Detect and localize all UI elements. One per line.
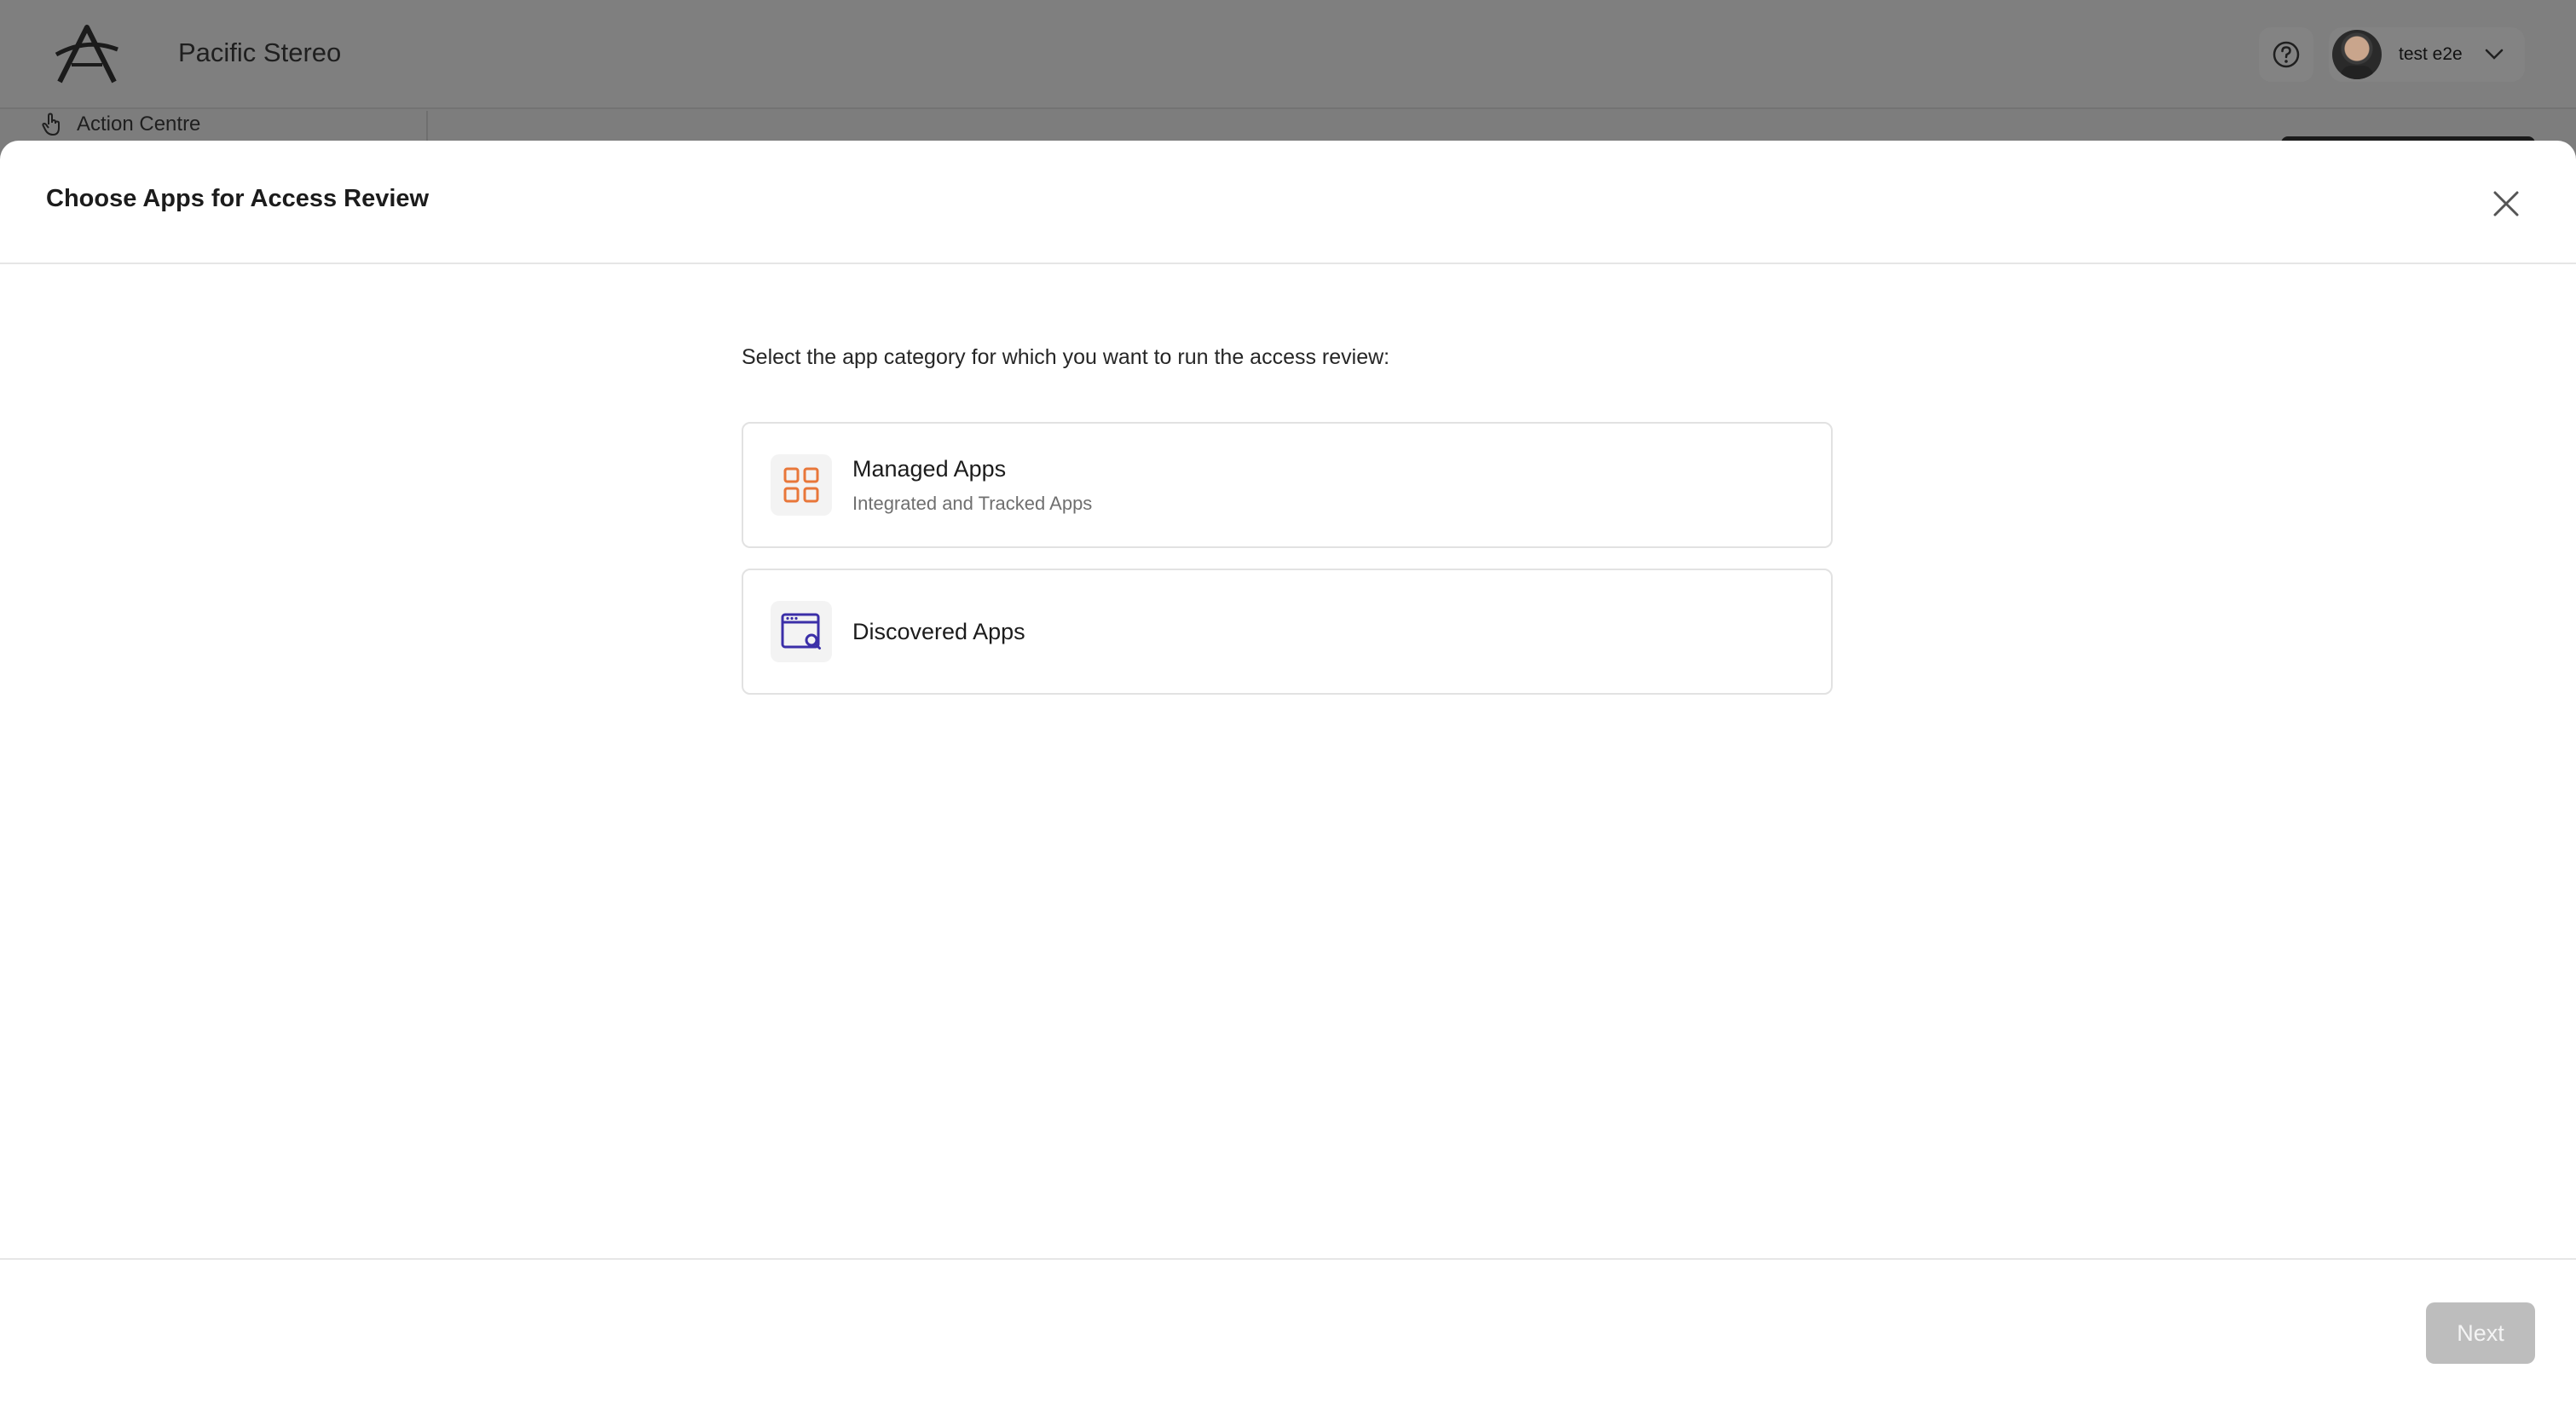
modal-header: Choose Apps for Access Review xyxy=(0,141,2576,264)
sidebar-item-action-centre[interactable]: Action Centre xyxy=(41,113,200,136)
option-discovered-apps[interactable]: Discovered Apps xyxy=(742,569,1833,695)
option-managed-apps[interactable]: Managed Apps Integrated and Tracked Apps xyxy=(742,422,1833,548)
help-icon xyxy=(2273,41,2300,68)
hand-pointer-icon xyxy=(42,113,60,136)
modal-title: Choose Apps for Access Review xyxy=(46,185,430,212)
avatar xyxy=(2332,30,2382,79)
option-title: Discovered Apps xyxy=(852,618,1025,644)
choose-apps-modal: Choose Apps for Access Review Select the… xyxy=(0,141,2576,1403)
option-icon-container xyxy=(771,454,832,516)
chevron-down-icon xyxy=(2485,49,2503,60)
top-bar: Pacific Stereo test e2e xyxy=(0,0,2576,109)
next-button[interactable]: Next xyxy=(2426,1302,2535,1364)
close-icon xyxy=(2493,191,2519,217)
option-title: Managed Apps xyxy=(852,455,1007,482)
help-button[interactable] xyxy=(2259,27,2313,82)
user-name: test e2e xyxy=(2399,44,2463,64)
instruction-text: Select the app category for which you wa… xyxy=(742,345,1390,369)
option-icon-container xyxy=(771,601,832,662)
sidebar-divider xyxy=(426,111,428,145)
sidebar-item-label: Action Centre xyxy=(77,113,201,136)
grid-icon xyxy=(783,467,819,503)
company-logo-icon xyxy=(55,25,118,84)
browser-search-icon xyxy=(781,613,821,650)
modal-footer: Next xyxy=(0,1258,2576,1403)
option-subtitle: Integrated and Tracked Apps xyxy=(852,492,1093,514)
user-menu[interactable]: test e2e xyxy=(2329,27,2525,82)
org-name: Pacific Stereo xyxy=(178,38,342,67)
close-button[interactable] xyxy=(2486,183,2527,224)
